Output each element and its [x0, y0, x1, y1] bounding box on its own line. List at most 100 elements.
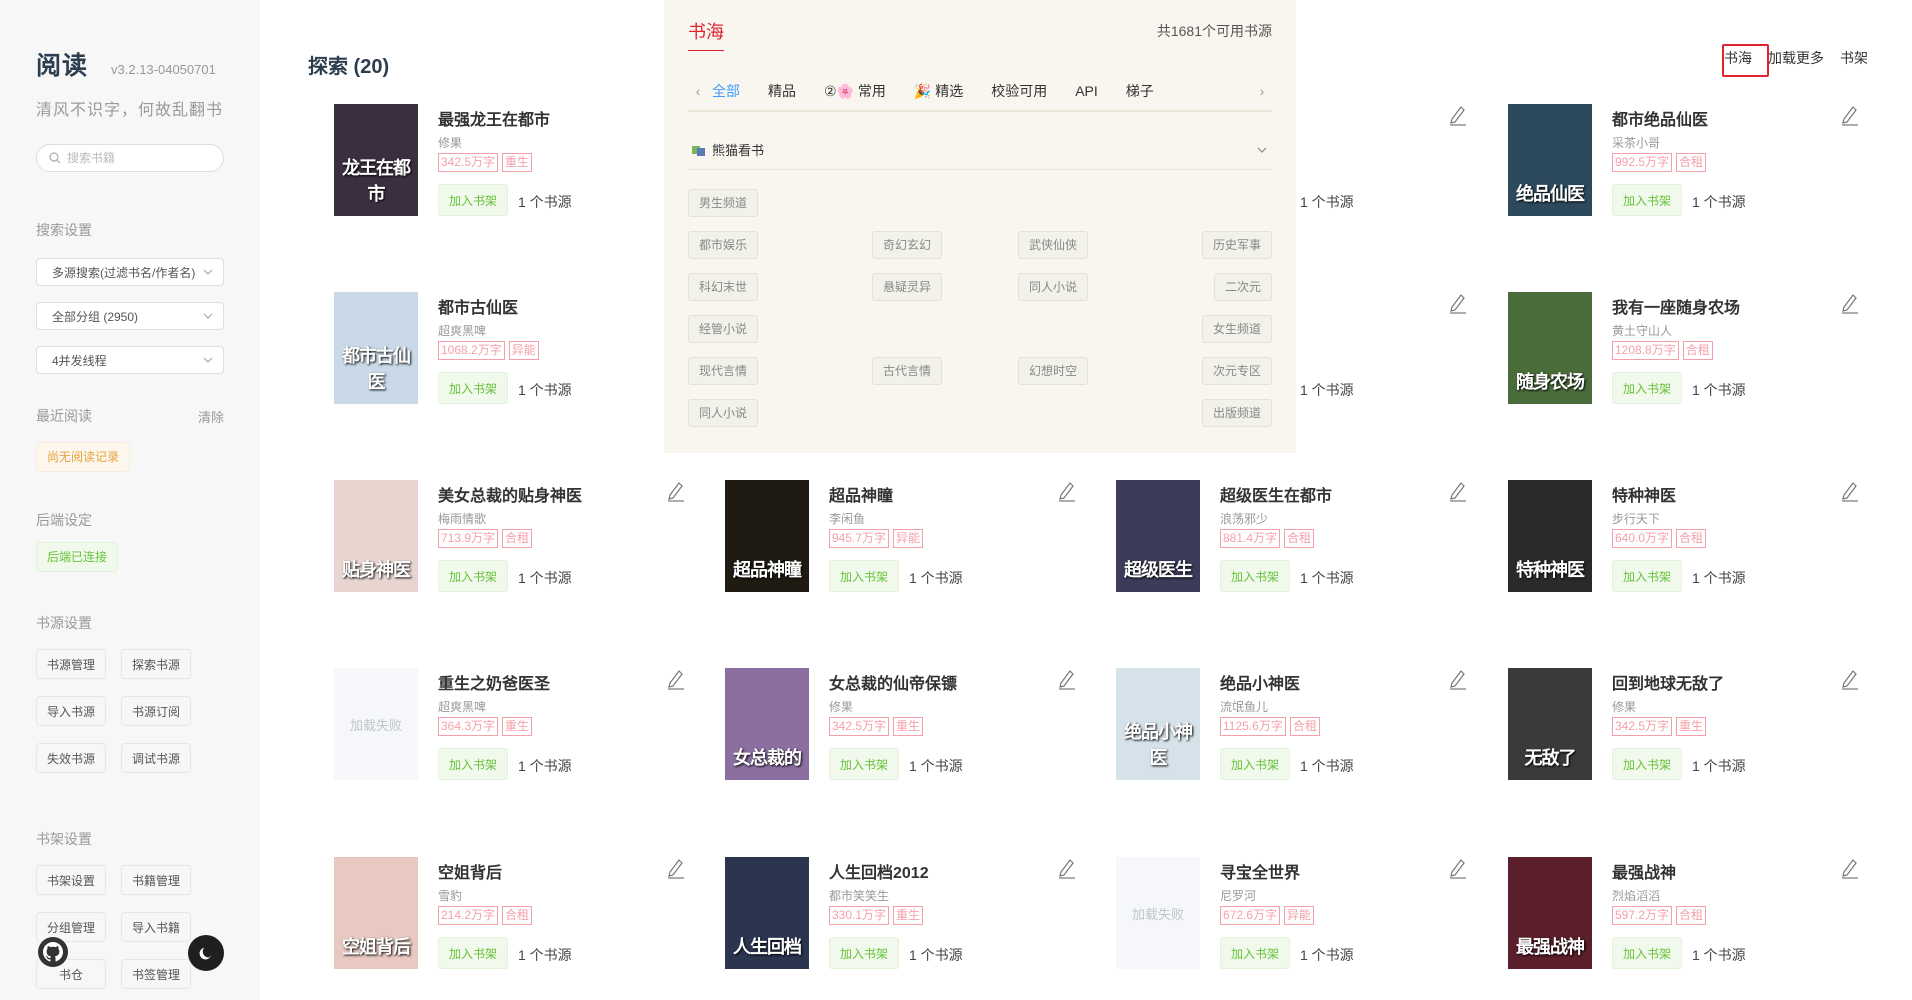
book-title[interactable]: 特种神医 [1612, 482, 1676, 506]
threads-select[interactable]: 4并发线程 [36, 346, 224, 374]
category-button[interactable]: 次元专区 [1201, 357, 1272, 385]
edit-icon[interactable] [666, 857, 686, 879]
debug-sources-button[interactable]: 调试书源 [121, 743, 191, 773]
add-to-shelf-button[interactable]: 加入书架 [438, 560, 509, 592]
book-card[interactable]: 最强战神 最强战神 烈焰滔滔 597.2万字 合租 加入书架 1 个书源 [1508, 857, 1878, 977]
book-card[interactable]: 加载失败 寻宝全世界 尼罗河 672.6万字 异能 加入书架 1 个书源 [1116, 857, 1486, 977]
edit-icon[interactable] [666, 480, 686, 502]
add-to-shelf-button[interactable]: 加入书架 [438, 748, 509, 780]
source-count[interactable]: 1 个书源 [518, 945, 572, 965]
source-count[interactable]: 1 个书源 [518, 756, 572, 776]
search-mode-select[interactable]: 多源搜索(过滤书名/作者名) [36, 258, 224, 286]
add-to-shelf-button[interactable]: 加入书架 [829, 937, 900, 969]
edit-icon[interactable] [1840, 857, 1860, 879]
book-card[interactable]: 绝品仙医 都市绝品仙医 采茶小哥 992.5万字 合租 加入书架 1 个书源 [1508, 104, 1878, 224]
book-cover[interactable]: 超级医生 [1116, 480, 1200, 592]
category-button[interactable]: 悬疑灵异 [871, 273, 942, 301]
book-cover[interactable]: 超品神瞳 [725, 480, 809, 592]
tab-verified[interactable]: 校验可用 [987, 81, 1051, 101]
category-button[interactable]: 同人小说 [1017, 273, 1088, 301]
edit-icon[interactable] [1448, 292, 1468, 314]
book-title[interactable]: 空姐背后 [438, 859, 502, 883]
clear-history-button[interactable]: 清除 [198, 407, 224, 426]
book-title[interactable]: 最强龙王在都市 [438, 106, 550, 130]
book-title[interactable]: 重生之奶爸医圣 [438, 670, 550, 694]
add-to-shelf-button[interactable]: 加入书架 [1612, 184, 1683, 216]
book-title[interactable]: 美女总裁的贴身神医 [438, 482, 582, 506]
book-card[interactable]: 女总裁的 女总裁的仙帝保镖 修果 342.5万字 重生 加入书架 1 个书源 [725, 668, 1095, 788]
add-to-shelf-button[interactable]: 加入书架 [1220, 748, 1291, 780]
add-to-shelf-button[interactable]: 加入书架 [829, 748, 900, 780]
tab-common[interactable]: ②🌸 常用 [820, 81, 890, 101]
category-button[interactable]: 历史军事 [1201, 231, 1272, 259]
tab-premium[interactable]: 精品 [764, 81, 800, 101]
source-count[interactable]: 1 个书源 [1692, 756, 1746, 776]
book-title[interactable]: 我有一座随身农场 [1612, 294, 1740, 318]
category-button[interactable]: 男生频道 [688, 189, 759, 217]
source-count[interactable]: 1 个书源 [1300, 945, 1354, 965]
tabs-prev-icon[interactable]: ‹ [688, 83, 708, 99]
source-group-header[interactable]: 熊猫看书 [688, 130, 1272, 170]
category-button[interactable]: 都市娱乐 [688, 231, 759, 259]
tabs-next-icon[interactable]: › [1252, 83, 1272, 99]
book-card[interactable]: 特种神医 特种神医 步行天下 640.0万字 合租 加入书架 1 个书源 [1508, 480, 1878, 600]
book-cover[interactable]: 空姐背后 [334, 857, 418, 969]
source-count[interactable]: 1 个书源 [518, 380, 572, 400]
book-cover[interactable]: 女总裁的 [725, 668, 809, 780]
edit-icon[interactable] [1448, 480, 1468, 502]
group-select[interactable]: 全部分组 (2950) [36, 302, 224, 330]
edit-icon[interactable] [1840, 104, 1860, 126]
book-cover[interactable]: 加载失败 [334, 668, 418, 780]
edit-icon[interactable] [1448, 668, 1468, 690]
source-count[interactable]: 1 个书源 [518, 568, 572, 588]
tab-api[interactable]: API [1071, 83, 1102, 99]
add-to-shelf-button[interactable]: 加入书架 [1612, 937, 1683, 969]
category-button[interactable]: 科幻末世 [688, 273, 759, 301]
book-card[interactable]: 人生回档 人生回档2012 都市笑笑生 330.1万字 重生 加入书架 1 个书源 [725, 857, 1095, 977]
edit-icon[interactable] [1840, 292, 1860, 314]
book-card[interactable]: 超级医生 超级医生在都市 浪荡邪少 881.4万字 合租 加入书架 1 个书源 [1116, 480, 1486, 600]
book-cover[interactable]: 龙王在都市 [334, 104, 418, 216]
search-input[interactable] [67, 151, 217, 165]
category-button[interactable]: 女生频道 [1201, 315, 1272, 343]
edit-icon[interactable] [1840, 668, 1860, 690]
subscribe-sources-button[interactable]: 书源订阅 [121, 696, 191, 726]
add-to-shelf-button[interactable]: 加入书架 [829, 560, 900, 592]
book-title[interactable]: 最强战神 [1612, 859, 1676, 883]
book-cover[interactable]: 人生回档 [725, 857, 809, 969]
source-count[interactable]: 1 个书源 [909, 568, 963, 588]
edit-icon[interactable] [1840, 480, 1860, 502]
source-count[interactable]: 1 个书源 [1692, 192, 1746, 212]
add-to-shelf-button[interactable]: 加入书架 [1220, 560, 1291, 592]
source-count[interactable]: 1 个书源 [1692, 380, 1746, 400]
tab-all[interactable]: 全部 [708, 81, 744, 101]
book-card[interactable]: 绝品小神医 绝品小神医 流氓鱼儿 1125.6万字 合租 加入书架 1 个书源 [1116, 668, 1486, 788]
book-cover[interactable]: 都市古仙医 [334, 292, 418, 404]
add-to-shelf-button[interactable]: 加入书架 [1612, 560, 1683, 592]
load-more-button[interactable]: 加载更多 [1768, 48, 1824, 68]
explore-sources-button[interactable]: 探索书源 [121, 649, 191, 679]
book-card[interactable]: 无敌了 回到地球无敌了 修果 342.5万字 重生 加入书架 1 个书源 [1508, 668, 1878, 788]
source-count[interactable]: 1 个书源 [1300, 380, 1354, 400]
book-title[interactable]: 寻宝全世界 [1220, 859, 1300, 883]
edit-icon[interactable] [1448, 857, 1468, 879]
category-button[interactable]: 幻想时空 [1017, 357, 1088, 385]
edit-icon[interactable] [1448, 104, 1468, 126]
book-card[interactable]: 超品神瞳 超品神瞳 李闲鱼 945.7万字 异能 加入书架 1 个书源 [725, 480, 1095, 600]
source-count[interactable]: 1 个书源 [1300, 192, 1354, 212]
import-sources-button[interactable]: 导入书源 [36, 696, 106, 726]
source-count[interactable]: 1 个书源 [909, 945, 963, 965]
book-card[interactable]: 都市古仙医 都市古仙医 超爽黑啤 1068.2万字 异能 加入书架 1 个书源 [334, 292, 704, 412]
book-title[interactable]: 回到地球无敌了 [1612, 670, 1724, 694]
book-cover[interactable]: 特种神医 [1508, 480, 1592, 592]
book-cover[interactable]: 最强战神 [1508, 857, 1592, 969]
category-button[interactable]: 经管小说 [688, 315, 759, 343]
book-card[interactable]: 空姐背后 空姐背后 雪豹 214.2万字 合租 加入书架 1 个书源 [334, 857, 704, 977]
add-to-shelf-button[interactable]: 加入书架 [1612, 748, 1683, 780]
book-cover[interactable]: 无敌了 [1508, 668, 1592, 780]
category-button[interactable]: 出版频道 [1201, 399, 1272, 427]
source-count[interactable]: 1 个书源 [1692, 945, 1746, 965]
bookshelf-button[interactable]: 书架 [1840, 48, 1868, 68]
invalid-sources-button[interactable]: 失效书源 [36, 743, 106, 773]
book-title[interactable]: 人生回档2012 [829, 859, 929, 883]
